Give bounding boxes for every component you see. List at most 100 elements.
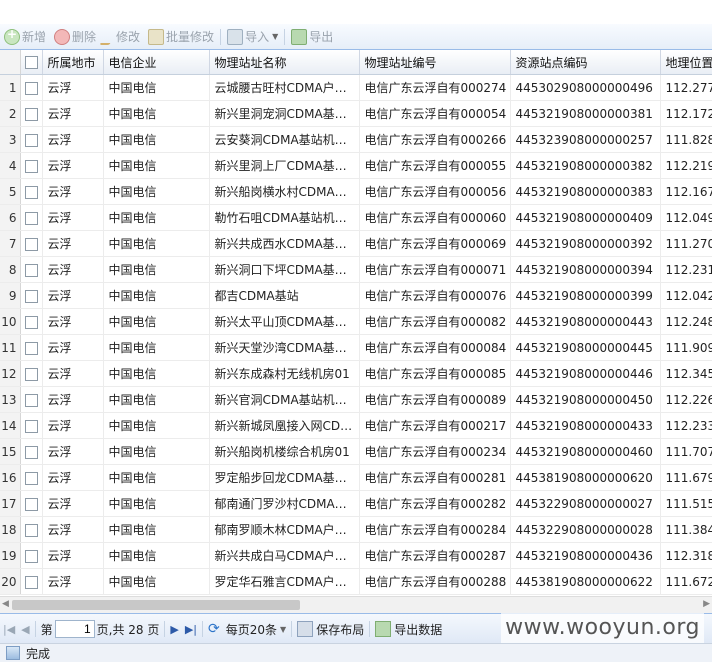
- row-checkbox-cell[interactable]: [20, 516, 43, 543]
- batch-edit-button[interactable]: 批量修改: [144, 27, 218, 47]
- site-name-cell: 新兴天堂沙湾CDMA基…: [209, 334, 360, 361]
- table-row[interactable]: 5 云浮 中国电信 新兴船岗横水村CDMA… 电信广东云浮自有000056 4453219…: [0, 178, 712, 205]
- table-row[interactable]: 11 云浮 中国电信 新兴天堂沙湾CDMA基… 电信广东云浮自有000084 445321…: [0, 334, 712, 361]
- row-checkbox[interactable]: [24, 159, 38, 173]
- column-header-city[interactable]: 所属地市: [42, 50, 104, 75]
- table-row[interactable]: 16 云浮 中国电信 罗定船步回龙CDMA基… 电信广东云浮自有000281 445381…: [0, 464, 712, 491]
- row-checkbox-cell[interactable]: [20, 152, 43, 179]
- save-layout-button[interactable]: 保存布局: [294, 618, 367, 640]
- row-checkbox-cell[interactable]: [20, 282, 43, 309]
- table-row[interactable]: 15 云浮 中国电信 新兴船岗机楼综合机房01 电信广东云浮自有000234 445321…: [0, 438, 712, 465]
- page-number-input[interactable]: [54, 620, 95, 638]
- column-header-resource-code[interactable]: 资源站点编码: [510, 50, 661, 75]
- column-header-location[interactable]: 地理位置: [660, 50, 712, 75]
- row-checkbox-cell[interactable]: [20, 256, 43, 283]
- location-cell: 111.5159: [660, 490, 712, 517]
- page-prefix: 第: [40, 622, 53, 637]
- row-checkbox[interactable]: [24, 133, 38, 147]
- row-checkbox-cell[interactable]: [20, 334, 43, 361]
- next-page-icon[interactable]: ▶: [167, 618, 181, 640]
- column-header-site-code[interactable]: 物理站址编号: [359, 50, 511, 75]
- row-checkbox-cell[interactable]: [20, 542, 43, 569]
- table-row[interactable]: 4 云浮 中国电信 新兴里洞上厂CDMA基… 电信广东云浮自有000055 4453219…: [0, 152, 712, 179]
- row-checkbox-cell[interactable]: [20, 412, 43, 439]
- add-button[interactable]: 新增: [0, 27, 50, 47]
- row-checkbox-cell[interactable]: [20, 308, 43, 335]
- row-checkbox-cell[interactable]: [20, 178, 43, 205]
- row-checkbox-cell[interactable]: [20, 438, 43, 465]
- row-checkbox[interactable]: [24, 549, 38, 563]
- row-checkbox[interactable]: [24, 289, 38, 303]
- row-checkbox[interactable]: [24, 315, 38, 329]
- row-checkbox[interactable]: [24, 523, 38, 537]
- table-row[interactable]: 14 云浮 中国电信 新兴新城凤凰接入网CD… 电信广东云浮自有000217 445321…: [0, 412, 712, 439]
- row-checkbox[interactable]: [24, 367, 38, 381]
- row-checkbox[interactable]: [24, 81, 38, 95]
- row-checkbox-cell[interactable]: [20, 100, 43, 127]
- delete-button[interactable]: 删除: [50, 27, 100, 47]
- row-checkbox[interactable]: [24, 211, 38, 225]
- row-checkbox[interactable]: [24, 393, 38, 407]
- refresh-icon[interactable]: ⟳: [205, 618, 223, 640]
- row-checkbox-cell[interactable]: [20, 74, 43, 101]
- scroll-right-icon[interactable]: ▶: [703, 599, 710, 609]
- table-row[interactable]: 9 云浮 中国电信 都吉CDMA基站 电信广东云浮自有000076 44532190800…: [0, 282, 712, 309]
- table-row[interactable]: 8 云浮 中国电信 新兴洞口下坪CDMA基… 电信广东云浮自有000071 4453219…: [0, 256, 712, 283]
- last-page-icon[interactable]: ▶|: [182, 618, 200, 640]
- row-checkbox[interactable]: [24, 575, 38, 589]
- row-checkbox[interactable]: [24, 497, 38, 511]
- row-checkbox-cell[interactable]: [20, 230, 43, 257]
- site-code-cell: 电信广东云浮自有000082: [359, 308, 511, 335]
- location-cell: 111.7072: [660, 438, 712, 465]
- site-name-cell: 云城腰古旺村CDMA户…: [209, 74, 360, 101]
- table-row[interactable]: 12 云浮 中国电信 新兴东成森村无线机房01 电信广东云浮自有000085 445321…: [0, 360, 712, 387]
- row-checkbox[interactable]: [24, 185, 38, 199]
- table-row[interactable]: 20 云浮 中国电信 罗定华石雅言CDMA户… 电信广东云浮自有000288 445381…: [0, 568, 712, 595]
- table-row[interactable]: 13 云浮 中国电信 新兴官洞CDMA基站机… 电信广东云浮自有000089 445321…: [0, 386, 712, 413]
- table-row[interactable]: 19 云浮 中国电信 新兴共成白马CDMA户… 电信广东云浮自有000287 445321…: [0, 542, 712, 569]
- table-row[interactable]: 10 云浮 中国电信 新兴太平山顶CDMA基… 电信广东云浮自有000082 445321…: [0, 308, 712, 335]
- table-row[interactable]: 2 云浮 中国电信 新兴里洞宠洞CDMA基… 电信广东云浮自有000054 4453219…: [0, 100, 712, 127]
- column-header-telecom[interactable]: 电信企业: [103, 50, 210, 75]
- site-code-cell: 电信广东云浮自有000287: [359, 542, 511, 569]
- scroll-left-icon[interactable]: ◀: [2, 599, 9, 609]
- table-row[interactable]: 17 云浮 中国电信 郁南通门罗沙村CDMA… 电信广东云浮自有000282 445322…: [0, 490, 712, 517]
- row-checkbox-cell[interactable]: [20, 360, 43, 387]
- row-checkbox[interactable]: [24, 107, 38, 121]
- table-row[interactable]: 7 云浮 中国电信 新兴共成西水CDMA基… 电信广东云浮自有000069 4453219…: [0, 230, 712, 257]
- first-page-icon[interactable]: |◀: [0, 618, 18, 640]
- select-all-checkbox[interactable]: [24, 56, 38, 69]
- row-checkbox[interactable]: [24, 237, 38, 251]
- edit-button[interactable]: 修改: [99, 27, 144, 47]
- horizontal-scrollbar[interactable]: ◀ ▶: [0, 596, 712, 613]
- row-checkbox-cell[interactable]: [20, 386, 43, 413]
- table-row[interactable]: 1 云浮 中国电信 云城腰古旺村CDMA户… 电信广东云浮自有000274 4453029…: [0, 74, 712, 101]
- telecom-cell: 中国电信: [103, 178, 210, 205]
- chevron-down-icon[interactable]: ▼: [272, 32, 278, 41]
- select-all-checkbox-cell[interactable]: [20, 50, 43, 75]
- row-checkbox[interactable]: [24, 445, 38, 459]
- row-checkbox-cell[interactable]: [20, 464, 43, 491]
- row-checkbox-cell[interactable]: [20, 490, 43, 517]
- row-checkbox[interactable]: [24, 263, 38, 277]
- import-button[interactable]: 导入 ▼: [223, 27, 282, 47]
- batch-edit-label: 批量修改: [166, 30, 215, 44]
- resource-code-cell: 445302908000000496: [510, 74, 661, 101]
- export-button[interactable]: 导出: [287, 27, 337, 47]
- telecom-cell: 中国电信: [103, 230, 210, 257]
- row-checkbox[interactable]: [24, 341, 38, 355]
- row-checkbox-cell[interactable]: [20, 568, 43, 595]
- table-row[interactable]: 18 云浮 中国电信 郁南罗顺木林CDMA户… 电信广东云浮自有000284 445322…: [0, 516, 712, 543]
- row-checkbox-cell[interactable]: [20, 204, 43, 231]
- table-row[interactable]: 6 云浮 中国电信 勒竹石咀CDMA基站机… 电信广东云浮自有000060 4453219…: [0, 204, 712, 231]
- row-checkbox[interactable]: [24, 471, 38, 485]
- row-checkbox[interactable]: [24, 419, 38, 433]
- scrollbar-thumb[interactable]: [12, 600, 300, 610]
- table-row[interactable]: 3 云浮 中国电信 云安葵洞CDMA基站机… 电信广东云浮自有000266 4453239…: [0, 126, 712, 153]
- site-code-cell: 电信广东云浮自有000055: [359, 152, 511, 179]
- row-checkbox-cell[interactable]: [20, 126, 43, 153]
- page-size-select[interactable]: 每页20条 ▼: [223, 618, 289, 640]
- export-data-button[interactable]: 导出数据: [372, 618, 445, 640]
- column-header-site-name[interactable]: 物理站址名称: [209, 50, 360, 75]
- prev-page-icon[interactable]: ◀: [18, 618, 32, 640]
